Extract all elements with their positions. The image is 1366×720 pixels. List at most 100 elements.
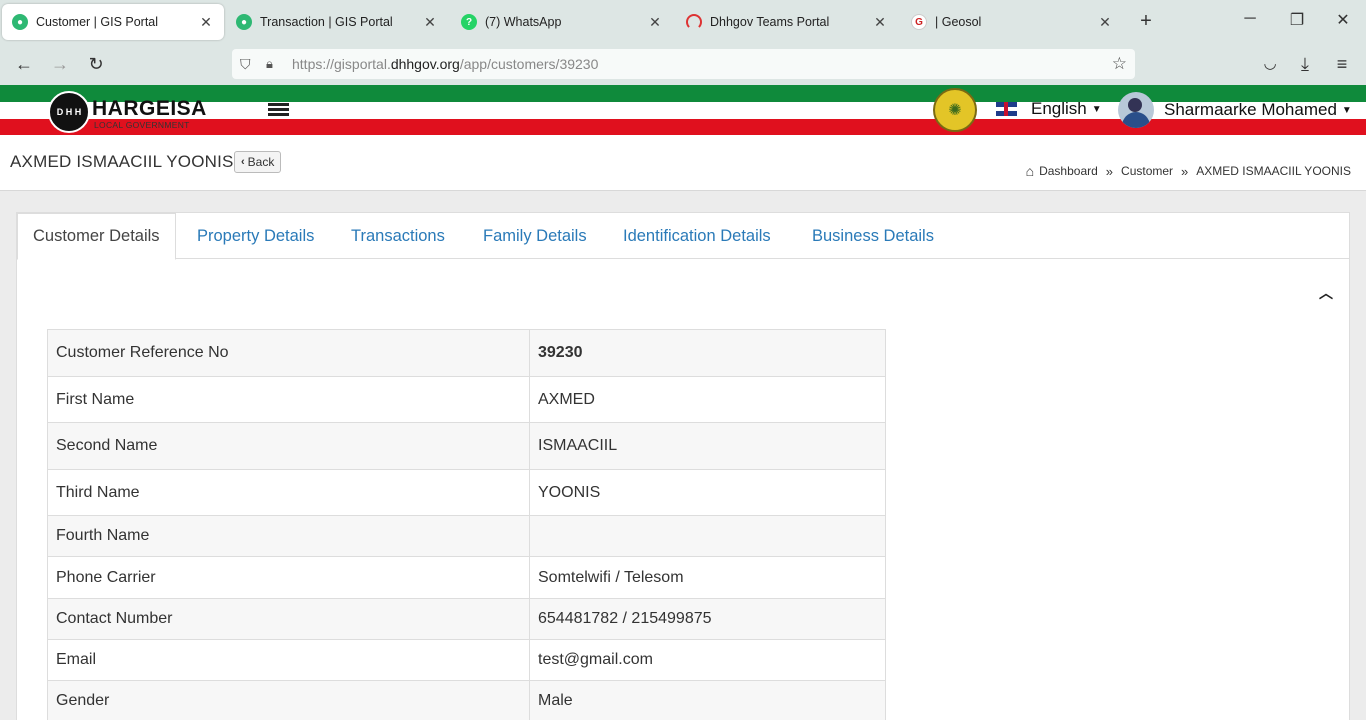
site-header: D H H HARGEISA LOCAL GOVERNMENT ✺ Englis… [0,85,1366,135]
hamburger-menu-icon[interactable] [268,103,289,117]
download-icon[interactable]: ⤓ [1294,54,1316,75]
table-row: First Name AXMED [47,376,886,423]
back-arrow-icon[interactable]: ← [13,54,35,75]
close-icon[interactable]: ✕ [422,14,438,31]
logo-subtitle: LOCAL GOVERNMENT [94,120,190,130]
table-row: Gender Male [47,680,886,720]
logo-title: HARGEISA [92,97,207,120]
row-label: Fourth Name [47,515,530,557]
language-label: English [1031,99,1087,118]
row-label: First Name [47,376,530,423]
pocket-icon[interactable]: ◡ [1259,54,1281,72]
browser-tab-geosol[interactable]: G | Geosol ✕ [901,4,1123,40]
row-label: Third Name [47,469,530,516]
browser-tab-title: Customer | GIS Portal [36,15,159,29]
row-value: test@gmail.com [529,639,886,681]
browser-tab-customer[interactable]: ● Customer | GIS Portal ✕ [2,4,224,40]
teams-icon [686,14,702,30]
hargeisa-logo[interactable]: D H H HARGEISA LOCAL GOVERNMENT [48,91,208,133]
reload-icon[interactable]: ↻ [85,54,107,75]
forward-arrow-icon[interactable]: → [49,54,71,75]
row-value: ISMAACIIL [529,422,886,470]
restore-icon[interactable]: ❐ [1287,10,1307,30]
window-close-icon[interactable]: ✕ [1333,10,1353,30]
row-value: YOONIS [529,469,886,516]
avatar [1118,92,1154,128]
row-label: Second Name [47,422,530,470]
tab-identification-details[interactable]: Identification Details [623,213,771,259]
table-row: Customer Reference No 39230 [47,329,886,377]
collapse-chevron-up-icon[interactable]: ︿ [1319,283,1333,303]
url-path: /app/customers/39230 [459,56,599,72]
language-selector[interactable]: English ▼ [996,99,1102,119]
row-value [529,515,886,557]
menu-icon[interactable]: ≡ [1331,54,1353,75]
breadcrumb-separator: » [1181,163,1189,179]
row-label: Gender [47,680,530,720]
browser-tab-teams[interactable]: Dhhgov Teams Portal ✕ [676,4,898,40]
url-host: dhhgov.org [390,56,460,72]
row-label: Phone Carrier [47,556,530,599]
user-menu[interactable]: Sharmaarke Mohamed ▼ [1118,92,1352,128]
row-value: 654481782 / 215499875 [529,598,886,640]
close-icon[interactable]: ✕ [198,14,214,31]
breadcrumb-separator: » [1105,163,1114,179]
browser-tab-title: Transaction | GIS Portal [260,15,393,29]
caret-down-icon: ▼ [1091,103,1102,115]
table-row: Third Name YOONIS [47,469,886,516]
address-bar[interactable]: ⛉ 🔒︎ https://gisportal. dhhgov.org/app/cu… [232,49,1135,79]
row-value: Male [529,680,886,720]
whatsapp-icon: ? [461,14,477,30]
geosol-icon: G [911,14,927,30]
table-row: Email test@gmail.com [47,639,886,681]
customer-details-table: Customer Reference No 39230 First Name A… [47,329,886,720]
breadcrumb: ⌂ Dashboard » Customer » AXMED ISMAACIIL… [1026,163,1351,179]
content-tabs: Customer Details Property Details Transa… [17,213,1349,260]
bookmark-star-icon[interactable]: ☆ [1112,54,1127,74]
lock-icon[interactable]: 🔒︎ [266,56,284,72]
tab-business-details[interactable]: Business Details [812,213,934,259]
close-icon[interactable]: ✕ [1097,14,1113,31]
row-label: Customer Reference No [47,329,530,377]
table-row: Phone Carrier Somtelwifi / Telesom [47,556,886,599]
table-row: Fourth Name [47,515,886,557]
shield-icon[interactable]: ⛉ [240,56,258,73]
table-row: Contact Number 654481782 / 215499875 [47,598,886,640]
row-label: Email [47,639,530,681]
gis-icon: ● [236,14,252,30]
table-row: Second Name ISMAACIIL [47,422,886,470]
breadcrumb-customer[interactable]: Customer [1121,164,1173,178]
browser-nav-bar: ← → ↻ ⛉ 🔒︎ https://gisportal. dhhgov.org /… [0,44,1366,85]
new-tab-plus-icon[interactable]: + [1136,10,1156,33]
minimize-icon[interactable]: ─ [1240,10,1260,28]
breadcrumb-current: AXMED ISMAACIIL YOONIS [1196,164,1351,178]
row-label: Contact Number [47,598,530,640]
tab-family-details[interactable]: Family Details [483,213,587,259]
user-name: Sharmaarke Mohamed [1164,100,1337,119]
back-button[interactable]: ‹ Back [234,151,282,173]
tab-customer-details[interactable]: Customer Details [17,213,176,260]
government-seal-icon: ✺ [933,88,977,132]
browser-tab-transaction[interactable]: ● Transaction | GIS Portal ✕ [226,4,448,40]
row-value: AXMED [529,376,886,423]
url-prefix: https://gisportal. [292,56,391,72]
close-icon[interactable]: ✕ [872,14,888,31]
tab-transactions[interactable]: Transactions [351,213,445,259]
uk-flag-icon [996,102,1017,116]
browser-tab-title: | Geosol [935,15,982,29]
chevron-left-icon: ‹ [241,156,245,168]
caret-down-icon: ▼ [1341,104,1352,116]
close-icon[interactable]: ✕ [647,14,663,31]
page-title-bar: AXMED ISMAACIIL YOONIS ‹ Back ⌂ Dashboar… [0,135,1366,191]
gis-icon: ● [12,14,28,30]
row-value: 39230 [529,329,886,377]
back-label: Back [247,155,275,169]
breadcrumb-dashboard[interactable]: Dashboard [1039,164,1098,178]
customer-card: Customer Details Property Details Transa… [16,212,1350,720]
browser-tab-whatsapp[interactable]: ? (7) WhatsApp ✕ [451,4,673,40]
tab-property-details[interactable]: Property Details [197,213,314,259]
browser-tab-strip: ● Customer | GIS Portal ✕ ● Transaction … [0,0,1366,44]
home-icon: ⌂ [1025,163,1035,179]
page-title: AXMED ISMAACIIL YOONIS [10,152,234,171]
row-value: Somtelwifi / Telesom [529,556,886,599]
